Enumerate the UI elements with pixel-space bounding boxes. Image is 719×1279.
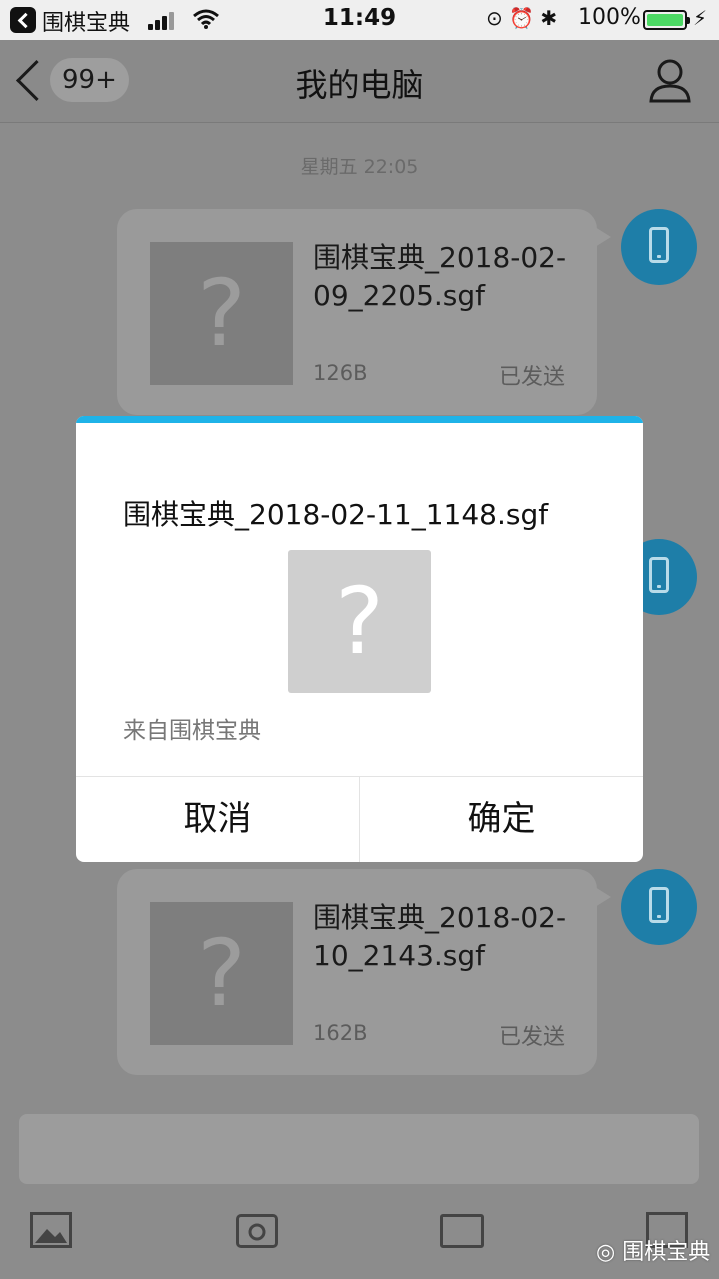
question-mark-icon: ?: [197, 260, 246, 367]
file-size: 126B: [313, 361, 368, 385]
status-icons: ⊙ ⏰ ✱: [486, 6, 557, 30]
charging-icon: ⚡: [693, 6, 708, 30]
dialog-accent-bar: [76, 416, 643, 423]
file-message-bubble[interactable]: ? 围棋宝典_2018-02-10_2143.sgf 162B 已发送: [117, 869, 611, 1075]
folder-icon[interactable]: [440, 1214, 484, 1248]
profile-icon[interactable]: [648, 58, 692, 104]
battery-icon: [643, 10, 690, 30]
dialog-file-name: 围棋宝典_2018-02-11_1148.sgf: [123, 498, 549, 531]
cancel-button[interactable]: 取消: [76, 777, 359, 862]
watermark: ◎ 围棋宝典: [596, 1240, 711, 1265]
question-mark-icon: ?: [335, 568, 384, 675]
dialog-source: 来自围棋宝典: [123, 718, 261, 744]
battery-percent: 100%: [578, 5, 641, 30]
file-thumbnail: ?: [150, 242, 293, 385]
message-input[interactable]: [19, 1114, 699, 1184]
phone-icon: [649, 557, 669, 593]
open-file-dialog: 围棋宝典_2018-02-11_1148.sgf ? 来自围棋宝典 取消 确定: [76, 416, 643, 862]
sender-avatar[interactable]: [621, 209, 697, 285]
file-name: 围棋宝典_2018-02-09_2205.sgf: [313, 241, 567, 312]
nav-bar: 99+ 我的电脑: [0, 40, 719, 123]
orientation-lock-icon: ⊙: [486, 6, 503, 30]
file-size: 162B: [313, 1021, 368, 1045]
wechat-icon: ◎: [596, 1240, 623, 1265]
sender-avatar[interactable]: [621, 869, 697, 945]
confirm-button[interactable]: 确定: [360, 777, 643, 862]
alarm-icon: ⏰: [509, 6, 535, 30]
phone-icon: [649, 887, 669, 923]
chat-timestamp: 星期五 22:05: [300, 156, 419, 178]
file-thumbnail: ?: [150, 902, 293, 1045]
file-message-bubble[interactable]: ? 围棋宝典_2018-02-09_2205.sgf 126B 已发送: [117, 209, 611, 415]
question-mark-icon: ?: [197, 920, 246, 1027]
phone-icon: [649, 227, 669, 263]
dialog-file-thumbnail: ?: [288, 550, 431, 693]
page-title: 我的电脑: [295, 66, 424, 104]
send-status: 已发送: [498, 365, 565, 390]
bluetooth-icon: ✱: [540, 6, 558, 30]
status-bar: 围棋宝典 11:49 ⊙ ⏰ ✱ 100% ⚡: [0, 0, 719, 40]
file-name: 围棋宝典_2018-02-10_2143.sgf: [313, 901, 567, 972]
image-picker-icon[interactable]: [30, 1212, 72, 1248]
send-status: 已发送: [498, 1025, 565, 1050]
camera-icon[interactable]: [236, 1214, 278, 1248]
